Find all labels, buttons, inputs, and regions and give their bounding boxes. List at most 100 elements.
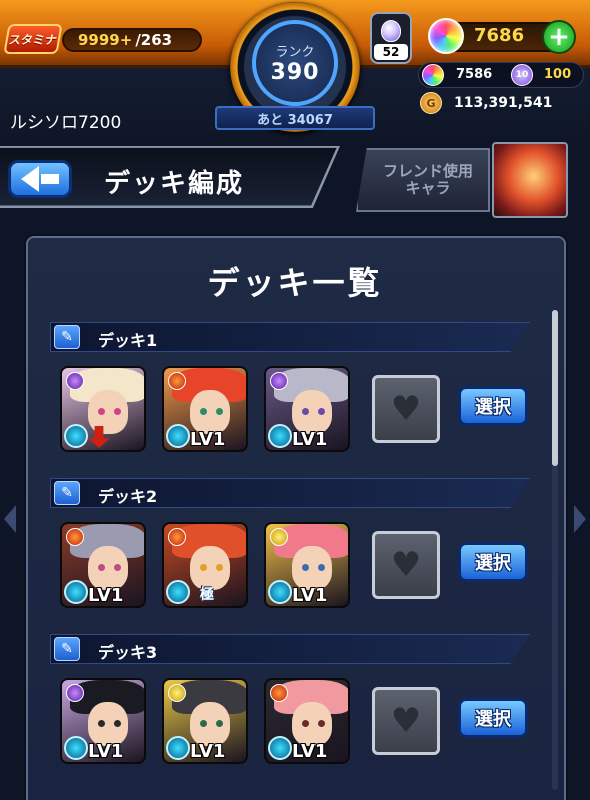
monster-slot[interactable]: LV1: [264, 522, 350, 608]
water-drop-icon: [166, 736, 190, 760]
panel-title: デッキ一覧: [207, 264, 383, 302]
monster-level: LV1: [190, 741, 226, 762]
light-element-icon: [168, 684, 186, 702]
fire-element-icon: [66, 528, 84, 546]
egg-icon: [381, 20, 401, 42]
kiwame-badge: 極: [200, 587, 214, 603]
monster-slot[interactable]: LV1: [162, 366, 248, 452]
heart-icon: ♥: [390, 545, 422, 585]
monster-slot[interactable]: LV1: [264, 366, 350, 452]
monster-eye: [216, 564, 223, 571]
monster-level: LV1: [292, 429, 328, 450]
player-name: ルシソロ7200: [10, 113, 122, 133]
water-drop-icon: [166, 580, 190, 604]
ticket-icon: 10: [511, 64, 533, 86]
fire-element-icon: [168, 372, 186, 390]
stamina-label: スタミナ: [3, 24, 63, 54]
pencil-icon[interactable]: ✎: [54, 637, 80, 661]
rank-value: 390: [270, 60, 320, 85]
select-button[interactable]: 選択: [458, 542, 528, 582]
pencil-icon[interactable]: ✎: [54, 481, 80, 505]
pencil-icon[interactable]: ✎: [54, 325, 80, 349]
monster-face: [88, 390, 128, 434]
monster-slot[interactable]: LV1: [162, 678, 248, 764]
monster-slot[interactable]: [60, 366, 146, 452]
empty-slot[interactable]: ♥: [372, 687, 440, 755]
water-drop-icon: [268, 736, 292, 760]
empty-slot[interactable]: ♥: [372, 531, 440, 599]
monster-face: [190, 390, 230, 434]
water-drop-icon: [166, 424, 190, 448]
monster-eye: [216, 408, 223, 415]
monster-eye: [98, 720, 105, 727]
monster-face: [292, 546, 332, 590]
monster-eye: [98, 408, 105, 415]
monster-eye: [302, 408, 309, 415]
monster-slot[interactable]: LV1: [264, 678, 350, 764]
add-orb-button[interactable]: +: [542, 20, 576, 54]
water-drop-icon: [268, 424, 292, 448]
dark-element-icon: [66, 684, 84, 702]
friend-character-button[interactable]: フレンド使用 キャラ: [356, 148, 490, 212]
deck-name: デッキ2: [98, 487, 158, 506]
friend-character-portrait[interactable]: [492, 142, 568, 218]
back-arrow-tail: [41, 174, 59, 184]
monster-eye: [318, 564, 325, 571]
back-arrow-icon: [21, 166, 39, 192]
egg-count: 52: [374, 44, 408, 60]
water-drop-icon: [64, 736, 88, 760]
monster-face: [292, 390, 332, 434]
monster-eye: [200, 408, 207, 415]
stamina-bar: 9999+ /263: [62, 28, 202, 52]
water-drop-icon: [64, 580, 88, 604]
monster-eye: [114, 408, 121, 415]
monster-level: LV1: [88, 741, 124, 762]
orb-small-icon: [422, 64, 444, 86]
egg-button[interactable]: 52: [370, 12, 412, 64]
ticket-value: 100: [544, 67, 572, 82]
coin-value: 113,391,541: [454, 95, 553, 111]
monster-level: LV1: [190, 429, 226, 450]
left-arrow-icon[interactable]: [4, 505, 16, 533]
water-drop-icon: [64, 424, 88, 448]
monster-eye: [302, 720, 309, 727]
monster-level: LV1: [292, 741, 328, 762]
monster-eye: [302, 564, 309, 571]
stamina-current: 9999+: [78, 31, 133, 49]
orb-sub-value: 7586: [456, 67, 493, 82]
monster-eye: [98, 564, 105, 571]
right-arrow-icon[interactable]: [574, 505, 586, 533]
rank-circle: ランク 390: [252, 20, 338, 106]
monster-slot[interactable]: LV1: [60, 678, 146, 764]
orb-icon: [428, 18, 464, 54]
page-title: デッキ編成: [104, 169, 245, 199]
deck-name: デッキ1: [98, 331, 158, 350]
monster-slot[interactable]: 極: [162, 522, 248, 608]
orb-value: 7686: [474, 25, 525, 46]
select-button[interactable]: 選択: [458, 386, 528, 426]
monster-eye: [318, 408, 325, 415]
monster-face: [292, 702, 332, 746]
empty-slot[interactable]: ♥: [372, 375, 440, 443]
stamina-max: /263: [135, 31, 173, 49]
monster-slot[interactable]: LV1: [60, 522, 146, 608]
coin-icon: G: [420, 92, 442, 114]
monster-eye: [318, 720, 325, 727]
monster-eye: [114, 564, 121, 571]
scrollbar-thumb[interactable]: [552, 310, 558, 466]
dark-element-icon: [270, 372, 288, 390]
monster-face: [190, 702, 230, 746]
rank-label: ランク: [275, 45, 315, 60]
exp-remaining: あと 34067: [215, 106, 375, 130]
back-button[interactable]: [8, 160, 72, 198]
monster-face: [88, 702, 128, 746]
fire-element-icon: [168, 528, 186, 546]
deck-name: デッキ3: [98, 643, 158, 662]
monster-level: LV1: [292, 585, 328, 606]
monster-eye: [114, 720, 121, 727]
monster-eye: [200, 564, 207, 571]
select-button[interactable]: 選択: [458, 698, 528, 738]
monster-level: LV1: [88, 585, 124, 606]
monster-eye: [216, 720, 223, 727]
monster-eye: [200, 720, 207, 727]
